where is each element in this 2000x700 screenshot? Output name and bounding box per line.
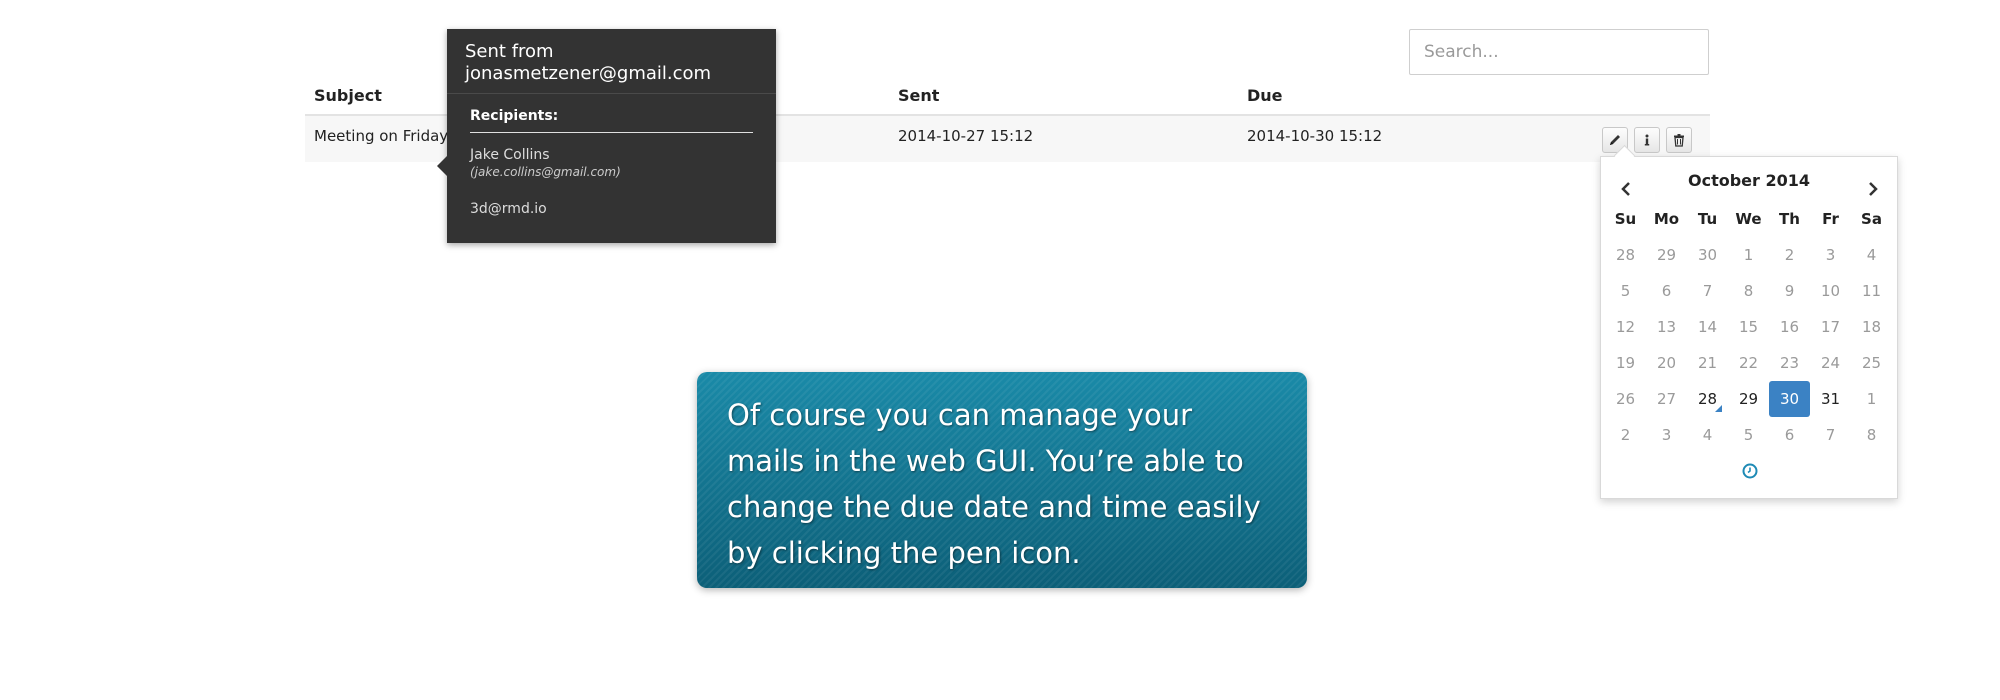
column-header-subject[interactable]: Subject xyxy=(314,86,382,105)
calendar-day[interactable]: 12 xyxy=(1605,309,1646,345)
calendar-day[interactable]: 1 xyxy=(1851,381,1892,417)
weekday-header: Su Mo Tu We Th Fr Sa xyxy=(1605,201,1894,237)
calendar-day[interactable]: 19 xyxy=(1605,345,1646,381)
calendar-day[interactable]: 7 xyxy=(1687,273,1728,309)
calendar-day[interactable]: 4 xyxy=(1687,417,1728,453)
pencil-icon xyxy=(1610,135,1620,145)
calendar-day[interactable]: 22 xyxy=(1728,345,1769,381)
calendar-day[interactable]: 30 xyxy=(1769,381,1810,417)
search-input[interactable] xyxy=(1409,29,1709,75)
recipients-tooltip: Sent from jonasmetzener@gmail.com Recipi… xyxy=(437,29,776,243)
calendar-day[interactable]: 26 xyxy=(1605,381,1646,417)
calendar-week: 12 13 14 15 16 17 18 xyxy=(1605,309,1894,345)
calendar-day[interactable]: 23 xyxy=(1769,345,1810,381)
month-title[interactable]: October 2014 xyxy=(1601,171,1897,190)
calendar-day[interactable]: 2 xyxy=(1605,417,1646,453)
calendar-day[interactable]: 8 xyxy=(1851,417,1892,453)
recipient-address: 3d@rmd.io xyxy=(470,201,547,217)
calendar-day[interactable]: 28 xyxy=(1687,381,1728,417)
calendar-day[interactable]: 5 xyxy=(1728,417,1769,453)
trash-icon xyxy=(1674,134,1684,147)
instruction-callout: Of course you can manage your mails in t… xyxy=(697,372,1307,588)
calendar-day[interactable]: 29 xyxy=(1728,381,1769,417)
chevron-right-icon xyxy=(1869,182,1878,196)
calendar-day[interactable]: 13 xyxy=(1646,309,1687,345)
next-month-button[interactable] xyxy=(1861,177,1885,201)
calendar-day[interactable]: 24 xyxy=(1810,345,1851,381)
weekday-label: Mo xyxy=(1653,210,1680,228)
calendar-week: 19 20 21 22 23 24 25 xyxy=(1605,345,1894,381)
calendar-day[interactable]: 25 xyxy=(1851,345,1892,381)
calendar-day[interactable]: 18 xyxy=(1851,309,1892,345)
calendar-day[interactable]: 28 xyxy=(1605,237,1646,273)
weekday-label: Su xyxy=(1614,210,1637,228)
calendar-week: 5 6 7 8 9 10 11 xyxy=(1605,273,1894,309)
calendar-day[interactable]: 16 xyxy=(1769,309,1810,345)
weekday-label: Fr xyxy=(1822,210,1839,228)
calendar-day[interactable]: 14 xyxy=(1687,309,1728,345)
clock-icon xyxy=(1742,463,1758,479)
time-picker-button[interactable] xyxy=(1741,462,1759,480)
calendar-day[interactable]: 1 xyxy=(1728,237,1769,273)
datepicker: October 2014 Su Mo Tu We Th Fr Sa 28 29 30 1 2 3 4 5 6… xyxy=(1600,144,1898,499)
calendar-day[interactable]: 9 xyxy=(1769,273,1810,309)
calendar-day[interactable]: 20 xyxy=(1646,345,1687,381)
calendar-week: 2345678 xyxy=(1605,417,1894,453)
tooltip-arrow xyxy=(437,156,447,176)
recipient-name: Jake Collins xyxy=(470,147,550,163)
calendar-day[interactable]: 30 xyxy=(1687,237,1728,273)
calendar-week: 28 29 30 1 2 3 4 xyxy=(1605,237,1894,273)
column-header-sent[interactable]: Sent xyxy=(898,86,939,105)
calendar-day[interactable]: 6 xyxy=(1769,417,1810,453)
calendar-day[interactable]: 5 xyxy=(1605,273,1646,309)
calendar-day[interactable]: 7 xyxy=(1810,417,1851,453)
calendar-day[interactable]: 2 xyxy=(1769,237,1810,273)
recipient-email: (jake.collins@gmail.com) xyxy=(470,165,621,179)
info-icon xyxy=(1644,134,1650,146)
calendar-week: 26 27 28 29 30 31 1 xyxy=(1605,381,1894,417)
calendar-day[interactable]: 11 xyxy=(1851,273,1892,309)
row-due: 2014-10-30 15:12 xyxy=(1247,127,1383,145)
row-subject[interactable]: Meeting on Friday xyxy=(314,127,448,145)
weekday-label: Sa xyxy=(1861,210,1882,228)
tooltip-heading: Sent from jonasmetzener@gmail.com xyxy=(447,29,776,94)
weekday-label: We xyxy=(1735,210,1762,228)
column-header-due[interactable]: Due xyxy=(1247,86,1283,105)
recipients-label: Recipients: xyxy=(470,108,753,133)
tooltip-body: Recipients: Jake Collins (jake.collins@g… xyxy=(447,94,776,217)
calendar-day[interactable]: 17 xyxy=(1810,309,1851,345)
calendar-day[interactable]: 10 xyxy=(1810,273,1851,309)
calendar-day[interactable]: 27 xyxy=(1646,381,1687,417)
calendar-grid: Su Mo Tu We Th Fr Sa 28 29 30 1 2 3 4 5 6 7 8 9 10 11 12 13 14… xyxy=(1605,201,1894,453)
calendar-day[interactable]: 31 xyxy=(1810,381,1851,417)
calendar-day[interactable]: 3 xyxy=(1810,237,1851,273)
callout-text: Of course you can manage your mails in t… xyxy=(727,398,1261,570)
calendar-day[interactable]: 6 xyxy=(1646,273,1687,309)
delete-button[interactable] xyxy=(1666,127,1692,153)
calendar-day[interactable]: 21 xyxy=(1687,345,1728,381)
weekday-label: Th xyxy=(1779,210,1800,228)
calendar-day[interactable]: 29 xyxy=(1646,237,1687,273)
info-button[interactable] xyxy=(1634,127,1660,153)
row-actions xyxy=(1602,127,1692,153)
calendar-day[interactable]: 4 xyxy=(1851,237,1892,273)
weekday-label: Tu xyxy=(1697,210,1718,228)
calendar-day[interactable]: 8 xyxy=(1728,273,1769,309)
calendar-day[interactable]: 15 xyxy=(1728,309,1769,345)
row-sent: 2014-10-27 15:12 xyxy=(898,127,1034,145)
calendar-day[interactable]: 3 xyxy=(1646,417,1687,453)
